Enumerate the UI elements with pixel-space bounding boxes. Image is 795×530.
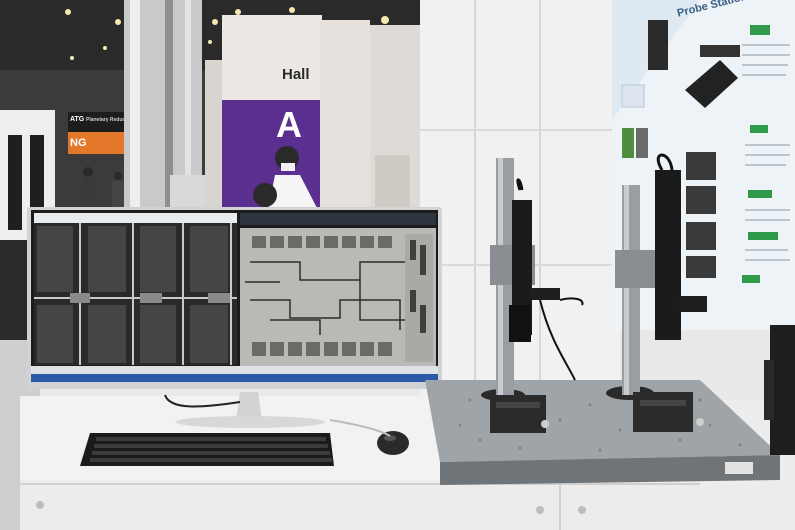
hall-sign: Hall <box>282 66 310 83</box>
left-sign-title: ATG <box>70 116 85 123</box>
hall-letter-sign: A <box>276 104 302 145</box>
exhibition-booth-scene <box>0 0 795 530</box>
left-sign-subtitle: Planetary Reduc <box>86 117 126 123</box>
orange-banner-text: NG <box>70 137 87 149</box>
